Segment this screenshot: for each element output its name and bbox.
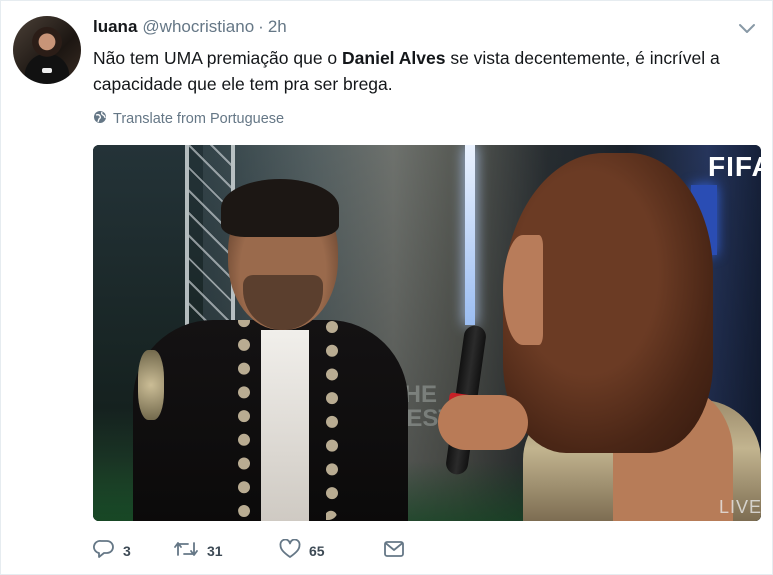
author-name[interactable]: luana — [93, 17, 137, 37]
tweet-text-mention: Daniel Alves — [342, 48, 446, 68]
tweet-header: luana @whocristiano · 2h — [93, 17, 287, 39]
man-hair — [221, 179, 339, 237]
man-epaulet — [138, 350, 164, 420]
translate-link[interactable]: Translate from Portuguese — [93, 110, 284, 128]
avatar[interactable] — [13, 16, 81, 84]
photo-truss — [185, 145, 235, 325]
envelope-icon — [383, 540, 405, 563]
avatar-bowtie — [42, 68, 52, 73]
retweet-count: 31 — [207, 543, 223, 559]
retweet-icon — [173, 539, 199, 564]
reply-button[interactable]: 3 — [93, 539, 173, 564]
photo-light — [465, 145, 475, 325]
like-button[interactable]: 65 — [279, 538, 383, 564]
author-handle[interactable]: @whocristiano — [142, 17, 254, 37]
tweet-text: Não tem UMA premiação que o Daniel Alves… — [93, 45, 763, 97]
tweet-card[interactable]: luana @whocristiano · 2h Não tem UMA pre… — [0, 0, 773, 575]
reply-count: 3 — [123, 543, 131, 559]
tweet-photo[interactable]: THE BEST FIFA LIVE — [93, 145, 761, 521]
reply-icon — [93, 539, 115, 564]
tweet-actions: 3 31 65 — [93, 538, 405, 564]
retweet-button[interactable]: 31 — [173, 539, 279, 564]
direct-message-button[interactable] — [383, 540, 405, 563]
translate-label: Translate from Portuguese — [113, 111, 285, 127]
woman-hand — [438, 395, 528, 450]
man-studs — [238, 320, 338, 520]
like-count: 65 — [309, 543, 325, 559]
tweet-text-part-1: Não tem UMA premiação que o — [93, 48, 343, 68]
chevron-down-icon[interactable] — [737, 21, 757, 37]
separator: · — [258, 17, 264, 36]
live-label: LIVE — [719, 497, 761, 517]
broadcaster-logo: FIFA — [708, 151, 761, 182]
timestamp[interactable]: 2h — [268, 17, 287, 37]
heart-icon — [279, 538, 301, 564]
globe-icon — [93, 110, 113, 128]
woman-face — [503, 235, 543, 345]
